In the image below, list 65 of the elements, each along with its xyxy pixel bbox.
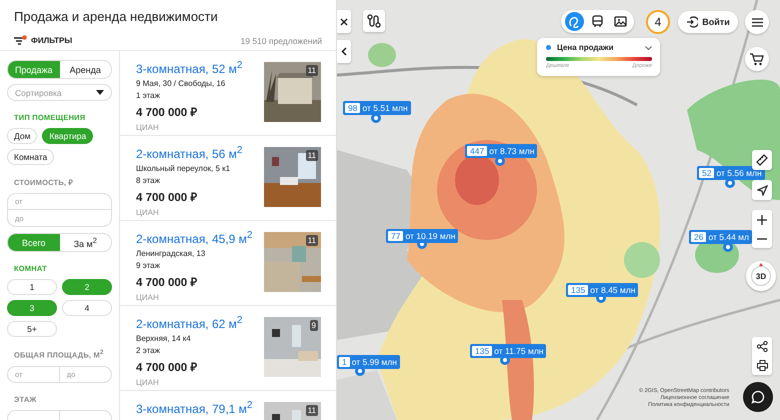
listing-title[interactable]: 2-комнатная, 56 м$^{2}$ [136,144,242,161]
legend-title[interactable]: Цена продажи [557,43,639,52]
listing-title[interactable]: 2-комнатная, 62 м$^{2}$ [136,314,242,331]
type-chip[interactable]: Дом [7,128,38,144]
page-title: Продажа и аренда недвижимости [14,9,219,25]
cluster-price: от 11.75 млн [494,346,544,356]
photo-count: 11 [306,235,318,246]
listing-title[interactable]: 2-комнатная, 45,9 м$^{2}$ [136,229,252,246]
rooms-chip[interactable]: 4 [62,300,112,316]
rooms-chip[interactable]: 3 [7,300,57,316]
cluster-price: от 5.44 мл [708,232,749,242]
listing-address: Верхняя, 14 к4 [136,333,192,345]
listing-price: 4 700 000 ₽ [136,191,198,205]
filters-button[interactable]: ФИЛЬТРЫ [14,35,72,46]
rooms-chip[interactable]: 5+ [7,321,57,337]
offers-count: 19 510 предложений [240,36,322,46]
cluster-label[interactable]: 98 от 5.51 млн [343,101,411,115]
cluster-label[interactable]: 135 от 8.45 млн [566,283,638,297]
photo-count: 11 [306,405,318,416]
listing-price: 4 700 000 ₽ [136,106,198,120]
login-button[interactable]: Войти [678,11,738,33]
cluster-count: 135 [568,285,588,295]
cluster-price: от 8.45 млн [590,285,636,295]
listing-title[interactable]: 3-комнатная, 52 м$^{2}$ [136,59,242,76]
deal-tab[interactable]: Продажа [8,61,60,78]
cluster-label[interactable]: 26 от 5.44 мл [689,230,752,244]
cluster-label[interactable]: 77 от 10.19 млн [386,229,458,243]
listing-source: ЦИАН [136,208,160,217]
cluster-price: от 10.19 млн [405,231,456,241]
listing-source: ЦИАН [136,378,160,387]
cluster-price: от 8.73 млн [489,146,534,156]
listing-address: 9 Мая, 30 / Свободы, 16 [136,78,226,90]
cluster-price: от 5.56 млн [716,168,762,178]
listing-source: ЦИАН [136,123,160,132]
type-chip[interactable]: Комната [7,149,54,165]
listing-price: 4 700 000 ₽ [136,276,198,290]
cluster-count: 447 [467,146,488,156]
listing-title[interactable]: 3-комнатная, 79,1 м$^{2}$ [136,399,252,416]
listing-source: ЦИАН [136,293,160,302]
cluster-count: 98 [345,103,360,113]
listing-address: Школьный переулок, 5 к1 [136,163,232,175]
type-chip[interactable]: Квартира [42,128,94,144]
rooms-chip[interactable]: 1 [7,279,57,295]
cluster-label[interactable]: 447 от 8.73 млн [465,144,538,158]
listing-price: 4 700 000 ₽ [136,361,198,375]
photo-count: 11 [306,65,318,76]
cluster-count: 26 [691,232,706,242]
listing-address: Ленинградская, 13 [136,248,206,260]
listing-floor: 9 этаж [136,260,161,272]
photo-count: 11 [306,150,318,161]
cluster-label[interactable]: 1 от 5.99 млн [337,355,400,369]
cluster-count: 52 [699,168,714,178]
cluster-label[interactable]: 52 от 5.56 млн [697,166,765,180]
cluster-price: от 5.99 млн [352,357,397,367]
cluster-label[interactable]: 135 от 11.75 млн [470,344,546,358]
rooms-chip[interactable]: 2 [62,279,112,295]
listing-floor: 1 этаж [136,90,161,102]
price-mode-tab[interactable]: Всего [8,234,60,251]
cluster-price: от 5.51 млн [362,103,408,113]
listing-floor: 2 этаж [136,345,161,357]
listing-floor: 8 этаж [136,175,161,187]
sort-dropdown[interactable]: Сортировка [7,84,112,101]
cluster-count: 77 [388,231,404,241]
cluster-count: 135 [472,346,492,356]
cluster-count: 1 [339,357,350,367]
